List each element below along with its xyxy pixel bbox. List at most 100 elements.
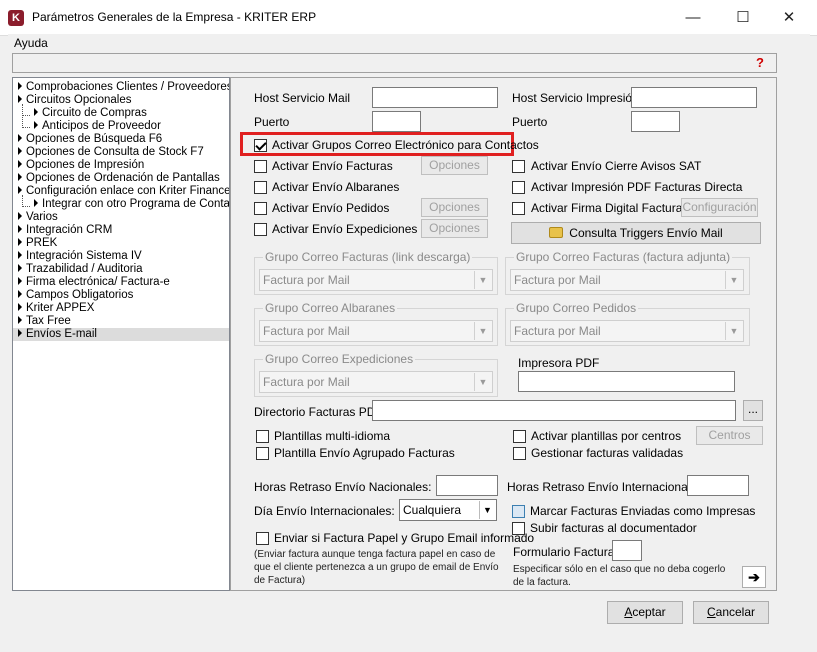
grupo-pedidos-select[interactable]: Factura por Mail ▼ <box>510 320 744 342</box>
plantilla-agrupado-checkbox[interactable] <box>256 447 269 460</box>
envio-albaranes-checkbox[interactable] <box>254 181 267 194</box>
maximize-button[interactable]: ☐ <box>720 4 766 32</box>
dia-internacionales-select[interactable]: Cualquiera ▼ <box>399 499 497 521</box>
expand-arrow-icon <box>18 82 22 90</box>
impresora-pdf-input[interactable] <box>518 371 735 392</box>
puerto-input[interactable] <box>372 111 421 132</box>
opciones-pedidos-button[interactable]: Opciones <box>421 198 488 217</box>
title-bar: K Parámetros Generales de la Empresa - K… <box>0 0 817 36</box>
puerto-impresion-label: Puerto <box>512 115 548 129</box>
tree-item-circuitos[interactable]: Circuitos Opcionales <box>18 94 131 107</box>
envio-pedidos-checkbox[interactable] <box>254 202 267 215</box>
gestionar-validadas-label: Gestionar facturas validadas <box>531 446 684 460</box>
expand-arrow-icon <box>18 95 22 103</box>
enviar-papel-label: Enviar si Factura Papel y Grupo Email in… <box>274 531 535 545</box>
opciones-facturas-button[interactable]: Opciones <box>421 156 488 175</box>
expand-arrow-icon <box>18 264 22 272</box>
arrow-right-icon[interactable]: ➔ <box>742 566 766 588</box>
tree-item-circuito-compras[interactable]: Circuito de Compras <box>34 107 147 120</box>
grupo-facturas-link: Grupo Correo Facturas (link descarga) Fa… <box>254 250 498 295</box>
grupo-facturas-link-select[interactable]: Factura por Mail ▼ <box>259 269 493 291</box>
puerto-impresion-input[interactable] <box>631 111 680 132</box>
cierre-avisos-label: Activar Envío Cierre Avisos SAT <box>531 159 702 173</box>
host-impresion-input[interactable] <box>631 87 757 108</box>
tree-item-comprobaciones[interactable]: Comprobaciones Clientes / Proveedores <box>18 81 229 94</box>
tree-item-varios[interactable]: Varios <box>18 211 58 224</box>
tree-item-ordenacion[interactable]: Opciones de Ordenación de Pantallas <box>18 172 220 185</box>
expand-arrow-icon <box>34 199 38 207</box>
chevron-down-icon: ▼ <box>474 373 491 391</box>
grupo-pedidos: Grupo Correo Pedidos Factura por Mail ▼ <box>505 301 750 346</box>
options-tree[interactable]: Comprobaciones Clientes / Proveedores Ci… <box>12 77 230 591</box>
close-button[interactable]: ✕ <box>766 4 812 32</box>
expand-arrow-icon <box>18 316 22 324</box>
horas-internacionales-input[interactable] <box>687 475 749 496</box>
gestionar-validadas-checkbox[interactable] <box>513 447 526 460</box>
menu-ayuda[interactable]: Ayuda <box>14 36 48 50</box>
configuracion-button[interactable]: Configuración <box>681 198 758 217</box>
chevron-down-icon: ▼ <box>725 322 742 340</box>
plantillas-multi-label: Plantillas multi-idioma <box>274 429 391 443</box>
envio-expediciones-label: Activar Envío Expediciones <box>272 222 418 236</box>
grupo-facturas-adjunta-select[interactable]: Factura por Mail ▼ <box>510 269 744 291</box>
tree-item-trazabilidad[interactable]: Trazabilidad / Auditoria <box>18 263 143 276</box>
enviar-papel-checkbox[interactable] <box>256 532 269 545</box>
expand-arrow-icon <box>18 277 22 285</box>
grupo-albaranes-select[interactable]: Factura por Mail ▼ <box>259 320 493 342</box>
tree-item-tax-free[interactable]: Tax Free <box>18 315 71 328</box>
tree-item-campos-obligatorios[interactable]: Campos Obligatorios <box>18 289 133 302</box>
centros-button[interactable]: Centros <box>696 426 763 445</box>
tree-item-envios-email[interactable]: Envíos E-mail <box>13 328 229 341</box>
tree-item-prek[interactable]: PREK <box>18 237 57 250</box>
host-mail-input[interactable] <box>372 87 498 108</box>
tree-item-anticipos[interactable]: Anticipos de Proveedor <box>34 120 161 133</box>
tree-item-kriter-finances[interactable]: Configuración enlace con Kriter Finances <box>18 185 229 198</box>
host-mail-label: Host Servicio Mail <box>254 91 351 105</box>
activar-grupos-checkbox[interactable] <box>254 139 267 152</box>
envelope-icon <box>549 227 564 238</box>
consulta-triggers-button[interactable]: Consulta Triggers Envío Mail <box>511 222 761 244</box>
subir-documentador-checkbox[interactable] <box>512 522 525 535</box>
tree-item-firma-electronica[interactable]: Firma electrónica/ Factura-e <box>18 276 170 289</box>
activar-plantillas-label: Activar plantillas por centros <box>531 429 682 443</box>
help-icon[interactable]: ? <box>753 56 767 70</box>
expand-arrow-icon <box>18 212 22 220</box>
impresion-pdf-checkbox[interactable] <box>512 181 525 194</box>
tree-item-sistema-iv[interactable]: Integración Sistema IV <box>18 250 142 263</box>
cierre-avisos-checkbox[interactable] <box>512 160 525 173</box>
menu-bar: Ayuda <box>8 34 810 52</box>
impresion-pdf-label: Activar Impresión PDF Facturas Directa <box>531 180 743 194</box>
horas-nacionales-input[interactable] <box>436 475 498 496</box>
marcar-impresas-checkbox[interactable] <box>512 505 525 518</box>
formulario-note: Especificar sólo en el caso que no deba … <box>513 564 726 588</box>
tree-item-crm[interactable]: Integración CRM <box>18 224 112 237</box>
grupo-facturas-adjunta: Grupo Correo Facturas (factura adjunta) … <box>505 250 750 295</box>
expand-arrow-icon <box>18 147 22 155</box>
activar-grupos-label: Activar Grupos Correo Electrónico para C… <box>272 138 539 152</box>
activar-plantillas-checkbox[interactable] <box>513 430 526 443</box>
grupo-albaranes-title: Grupo Correo Albaranes <box>263 301 398 315</box>
opciones-expediciones-button[interactable]: Opciones <box>421 219 488 238</box>
tree-item-kriter-appex[interactable]: Kriter APPEX <box>18 302 94 315</box>
marcar-impresas-label: Marcar Facturas Enviadas como Impresas <box>530 504 756 518</box>
envio-albaranes-label: Activar Envío Albaranes <box>272 180 400 194</box>
grupo-expediciones-select[interactable]: Factura por Mail ▼ <box>259 371 493 393</box>
plantilla-agrupado-label: Plantilla Envío Agrupado Facturas <box>274 446 455 460</box>
minimize-button[interactable]: — <box>670 4 716 32</box>
formulario-facturas-input[interactable] <box>612 540 642 561</box>
envio-expediciones-checkbox[interactable] <box>254 223 267 236</box>
tree-item-impresion[interactable]: Opciones de Impresión <box>18 159 144 172</box>
browse-button[interactable]: ... <box>743 400 763 421</box>
expand-arrow-icon <box>18 134 22 142</box>
tree-item-stock-f7[interactable]: Opciones de Consulta de Stock F7 <box>18 146 204 159</box>
dir-facturas-input[interactable] <box>372 400 736 421</box>
aceptar-button[interactable]: Aceptar <box>607 601 683 624</box>
envio-facturas-checkbox[interactable] <box>254 160 267 173</box>
cancelar-button[interactable]: Cancelar <box>693 601 769 624</box>
tree-item-busqueda-f6[interactable]: Opciones de Búsqueda F6 <box>18 133 162 146</box>
chevron-down-icon: ▼ <box>474 271 491 289</box>
firma-digital-checkbox[interactable] <box>512 202 525 215</box>
plantillas-multi-checkbox[interactable] <box>256 430 269 443</box>
tree-item-integrar-contabilidad[interactable]: Integrar con otro Programa de Contabilid… <box>34 198 229 211</box>
toolbar <box>12 53 777 73</box>
